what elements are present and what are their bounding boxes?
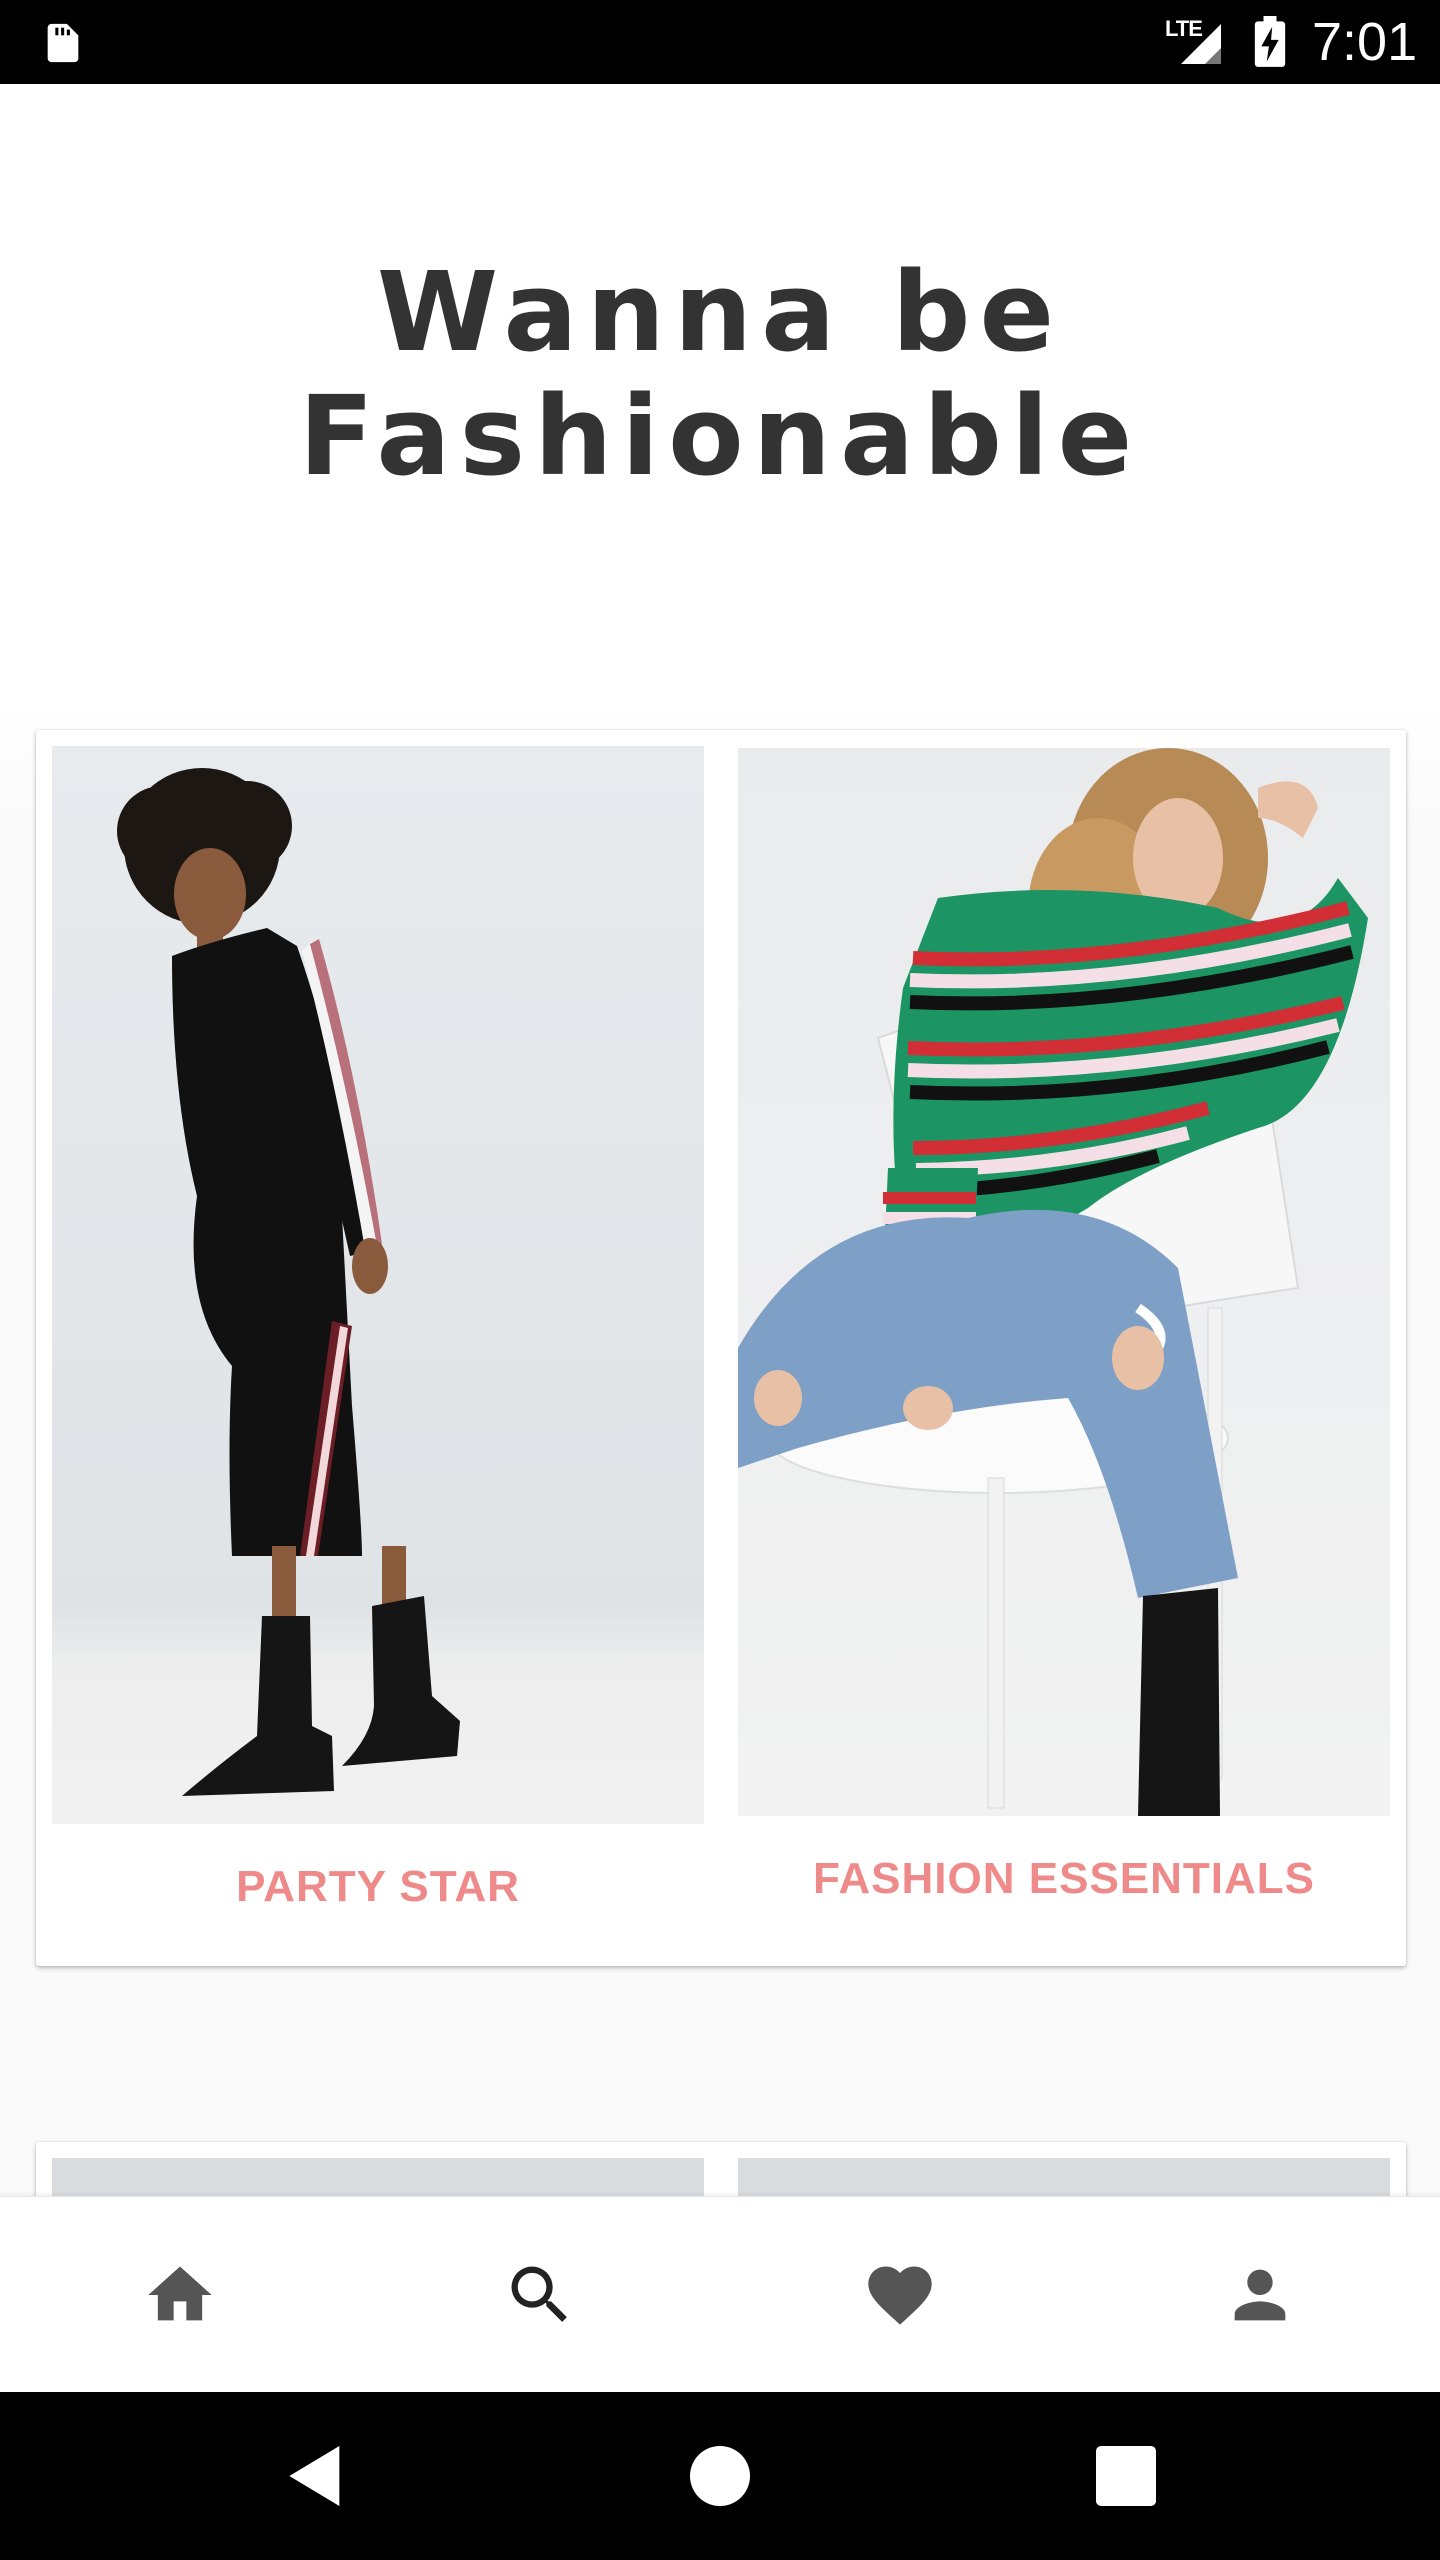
fashion-essentials-photo — [738, 748, 1390, 1816]
heart-icon — [868, 2266, 932, 2325]
nav-home-button[interactable] — [0, 2197, 360, 2393]
nav-favorites-button[interactable] — [720, 2197, 1080, 2393]
page-headline: Wanna be Fashionable — [0, 250, 1440, 498]
battery-charging-icon — [1254, 16, 1286, 67]
back-icon[interactable] — [276, 2436, 356, 2516]
headline-line-2: Fashionable — [298, 372, 1142, 500]
status-clock: 7:01 — [1312, 12, 1418, 72]
nav-search-button[interactable] — [360, 2197, 720, 2393]
bottom-navigation — [0, 2196, 1440, 2393]
home-circle-icon[interactable] — [680, 2436, 760, 2516]
signal-icon — [1181, 24, 1221, 64]
person-icon — [1234, 2269, 1286, 2321]
category-label-fashion-essentials: FASHION ESSENTIALS — [812, 1854, 1316, 1903]
category-tile-fashion-essentials[interactable]: FASHION ESSENTIALS — [738, 748, 1390, 1928]
search-icon — [511, 2266, 567, 2322]
headline-line-1: Wanna be — [376, 248, 1064, 376]
status-bar: LTE 7:01 — [0, 0, 1440, 84]
category-card-row: PARTY STAR FASHION ESSENTIALS — [36, 730, 1406, 1966]
home-icon — [148, 2266, 212, 2321]
category-label-party-star: PARTY STAR — [236, 1862, 520, 1911]
party-star-photo — [52, 746, 704, 1824]
sd-card-icon — [47, 23, 79, 63]
recents-icon[interactable] — [1086, 2436, 1166, 2516]
system-navigation-bar — [0, 2392, 1440, 2560]
nav-profile-button[interactable] — [1080, 2197, 1440, 2393]
category-tile-party-star[interactable]: PARTY STAR — [52, 746, 704, 1926]
